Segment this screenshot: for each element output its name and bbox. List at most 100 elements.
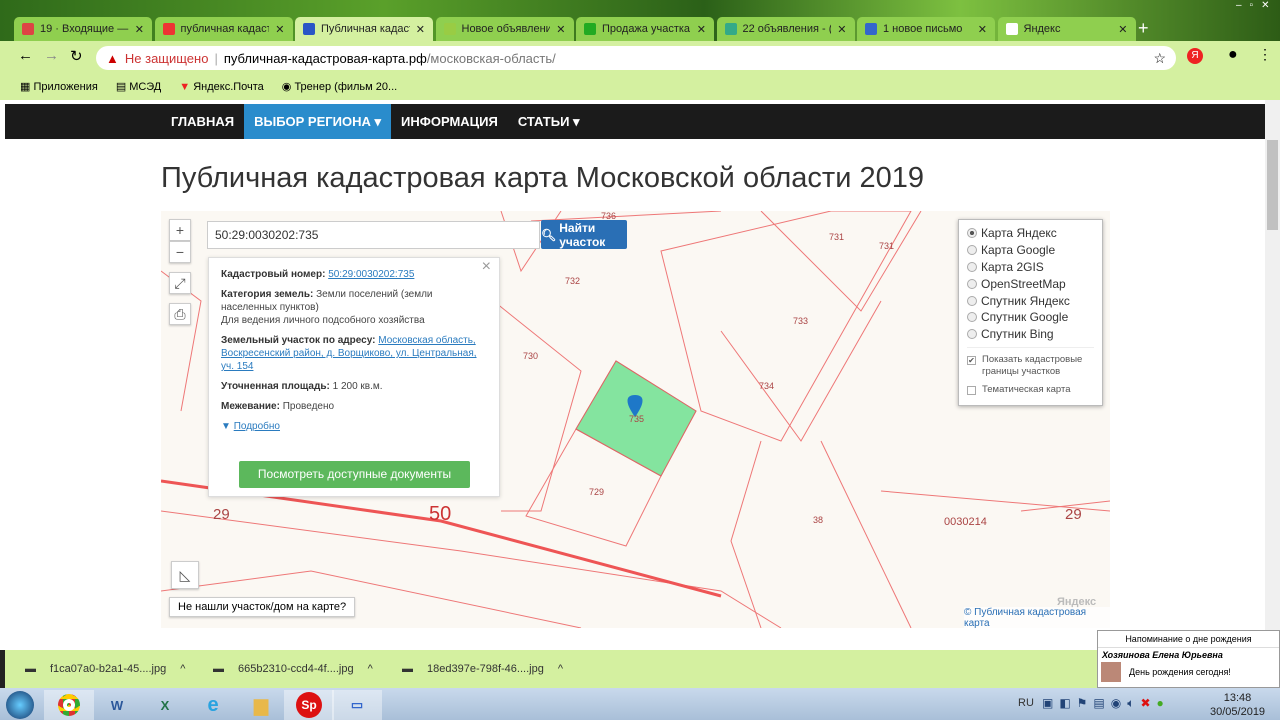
chevron-up-icon: ^ bbox=[557, 663, 563, 675]
caret-down-icon: ▼ bbox=[221, 421, 231, 432]
birthday-notification[interactable]: Напоминание о дне рождения Хозяинова Еле… bbox=[1097, 630, 1280, 688]
language-indicator[interactable]: RU bbox=[1018, 697, 1034, 709]
new-tab-button[interactable]: + bbox=[1138, 18, 1149, 39]
more-link[interactable]: Подробно bbox=[234, 421, 280, 432]
app-taskbar-icon[interactable]: ▭ bbox=[332, 690, 382, 720]
favicon-icon bbox=[22, 23, 34, 35]
chevron-up-icon: ^ bbox=[180, 663, 186, 675]
zoom-in-button[interactable]: + bbox=[169, 219, 191, 241]
bookmark-trainer[interactable]: ◉ Тренер (фильм 20... bbox=[282, 80, 397, 93]
search-icon: 🔍︎ bbox=[541, 227, 557, 242]
nav-info[interactable]: ИНФОРМАЦИЯ bbox=[391, 104, 508, 139]
zoom-out-button[interactable]: − bbox=[169, 241, 191, 263]
image-file-icon: ▬ bbox=[25, 663, 36, 675]
avatar bbox=[1101, 662, 1121, 682]
chrome-taskbar-icon[interactable] bbox=[44, 690, 94, 720]
bookmark-yandex-mail[interactable]: ▼ Яндекс.Почта bbox=[179, 81, 264, 93]
word-taskbar-icon[interactable]: W bbox=[92, 690, 142, 720]
radio-icon bbox=[967, 312, 977, 323]
security-label: Не защищено bbox=[124, 50, 209, 66]
taskbar: W X e ▆ Sp ▭ RU ▣◧⚑▤◉🔈︎✖● 13:48 30/05/201… bbox=[0, 688, 1280, 720]
layer-option[interactable]: Спутник Google bbox=[967, 309, 1094, 326]
find-parcel-button[interactable]: 🔍︎ Найти участок bbox=[541, 220, 627, 249]
download-item[interactable]: ▬ f1ca07a0-b2a1-45....jpg ^ bbox=[25, 650, 185, 688]
close-tab-icon[interactable]: ✕ bbox=[697, 23, 706, 36]
map[interactable]: 736 731 731 732 733 730 734 735 729 38 0… bbox=[161, 211, 1110, 628]
layer-option[interactable]: Карта 2GIS bbox=[967, 259, 1094, 276]
not-found-button[interactable]: Не нашли участок/дом на карте? bbox=[169, 597, 356, 617]
reload-icon[interactable]: ↻ bbox=[70, 47, 83, 65]
downloads-bar: ▬ f1ca07a0-b2a1-45....jpg ^ ▬ 665b2310-ccd4… bbox=[0, 650, 1280, 688]
nav-articles[interactable]: СТАТЬИ ▾ bbox=[508, 104, 590, 139]
excel-taskbar-icon[interactable]: X bbox=[140, 690, 190, 720]
layer-option[interactable]: OpenStreetMap bbox=[967, 275, 1094, 292]
url-path: /московская-область/ bbox=[426, 50, 556, 66]
favicon-icon bbox=[303, 23, 315, 35]
back-icon[interactable]: ← bbox=[18, 47, 33, 64]
bookmark-msed[interactable]: ▤ МСЭД bbox=[116, 80, 161, 93]
show-borders-checkbox[interactable]: ✔ Показать кадастровые границы участков bbox=[967, 354, 1094, 378]
print-icon[interactable]: ⎙ bbox=[169, 303, 191, 325]
browser-tab[interactable]: Продажа участка ✕ bbox=[576, 17, 714, 41]
cadastral-number-link[interactable]: 50:29:0030202:735 bbox=[328, 269, 414, 280]
radio-icon bbox=[967, 329, 977, 340]
start-button[interactable] bbox=[0, 690, 40, 720]
bookmark-apps[interactable]: ▦ Приложения bbox=[20, 80, 98, 93]
parcel-info-popup: × Кадастровый номер: 50:29:0030202:735 К… bbox=[208, 257, 500, 497]
browser-tab[interactable]: публичная кадастр ✕ bbox=[154, 17, 293, 41]
close-tab-icon[interactable]: ✕ bbox=[275, 23, 284, 36]
page-title: Публичная кадастровая карта Московской о… bbox=[161, 162, 924, 194]
clock[interactable]: 13:48 30/05/2019 bbox=[1210, 691, 1265, 719]
address-bar[interactable]: ▲ Не защищено | публичная-кадастровая-ка… bbox=[96, 46, 1176, 70]
nav-home[interactable]: ГЛАВНАЯ bbox=[161, 104, 244, 139]
browser-tab[interactable]: 22 объявления - (✕ bbox=[716, 17, 855, 41]
favicon-icon bbox=[162, 23, 175, 35]
window-controls[interactable]: –▫✕ bbox=[1236, 0, 1278, 11]
layer-option[interactable]: Спутник Яндекс bbox=[967, 292, 1094, 309]
warning-icon: ▲ bbox=[106, 50, 119, 66]
tray-icons[interactable]: ▣◧⚑▤◉🔈︎✖● bbox=[1042, 696, 1170, 711]
browser-tab[interactable]: 1 новое письмо ✕ bbox=[857, 17, 995, 41]
close-tab-icon[interactable]: ✕ bbox=[1118, 23, 1127, 36]
close-tab-icon[interactable]: ✕ bbox=[135, 23, 144, 36]
download-item[interactable]: ▬ 18ed397e-798f-46....jpg ^ bbox=[402, 650, 563, 688]
radio-icon bbox=[967, 261, 977, 272]
close-tab-icon[interactable]: ✕ bbox=[556, 23, 565, 36]
explorer-taskbar-icon[interactable]: ▆ bbox=[236, 690, 286, 720]
sp-taskbar-icon[interactable]: Sp bbox=[284, 690, 334, 720]
download-item[interactable]: ▬ 665b2310-ccd4-4f....jpg ^ bbox=[213, 650, 373, 688]
copyright[interactable]: © Публичная кадастровая карта bbox=[964, 607, 1110, 628]
chevron-up-icon: ^ bbox=[367, 663, 373, 675]
close-tab-icon[interactable]: ✕ bbox=[837, 23, 846, 36]
nav-region[interactable]: ВЫБОР РЕГИОНА ▾ bbox=[244, 104, 392, 139]
menu-icon[interactable]: ⋮ bbox=[1258, 46, 1272, 63]
view-documents-button[interactable]: Посмотреть доступные документы bbox=[239, 461, 470, 488]
close-tab-icon[interactable]: ✕ bbox=[978, 23, 987, 36]
close-icon[interactable]: × bbox=[482, 259, 491, 275]
forward-icon[interactable]: → bbox=[44, 47, 59, 64]
ie-taskbar-icon[interactable]: e bbox=[188, 690, 238, 720]
layer-option[interactable]: Спутник Bing bbox=[967, 326, 1094, 343]
browser-tab[interactable]: Яндекс ✕ bbox=[997, 17, 1136, 41]
star-icon[interactable]: ☆ bbox=[1153, 50, 1166, 67]
favicon-icon bbox=[865, 23, 877, 35]
layer-option[interactable]: Карта Яндекс bbox=[967, 225, 1094, 242]
favicon-icon bbox=[1005, 23, 1018, 35]
thematic-map-checkbox[interactable]: Тематическая карта bbox=[967, 384, 1094, 396]
browser-tab[interactable]: Новое объявлени ✕ bbox=[435, 17, 574, 41]
scrollbar[interactable] bbox=[1265, 100, 1280, 650]
favicon-icon bbox=[724, 23, 737, 35]
cadastral-search-input[interactable]: 50:29:0030202:735 bbox=[207, 221, 540, 249]
url-host: публичная-кадастровая-карта.рф bbox=[223, 50, 427, 66]
favicon-icon bbox=[443, 23, 456, 35]
yandex-extension-icon[interactable]: Я bbox=[1187, 48, 1203, 64]
browser-tab[interactable]: 19 · Входящие — Я✕ bbox=[14, 17, 152, 41]
radio-icon bbox=[967, 245, 977, 256]
close-tab-icon[interactable]: ✕ bbox=[416, 23, 425, 36]
layer-option[interactable]: Карта Google bbox=[967, 242, 1094, 259]
profile-icon[interactable]: ● bbox=[1228, 46, 1238, 64]
fullscreen-icon[interactable]: ⤢ bbox=[169, 272, 191, 294]
ruler-icon[interactable]: ◺ bbox=[171, 561, 199, 589]
browser-tab[interactable]: Публичная кадастр✕ bbox=[295, 17, 433, 41]
radio-icon bbox=[967, 278, 977, 289]
